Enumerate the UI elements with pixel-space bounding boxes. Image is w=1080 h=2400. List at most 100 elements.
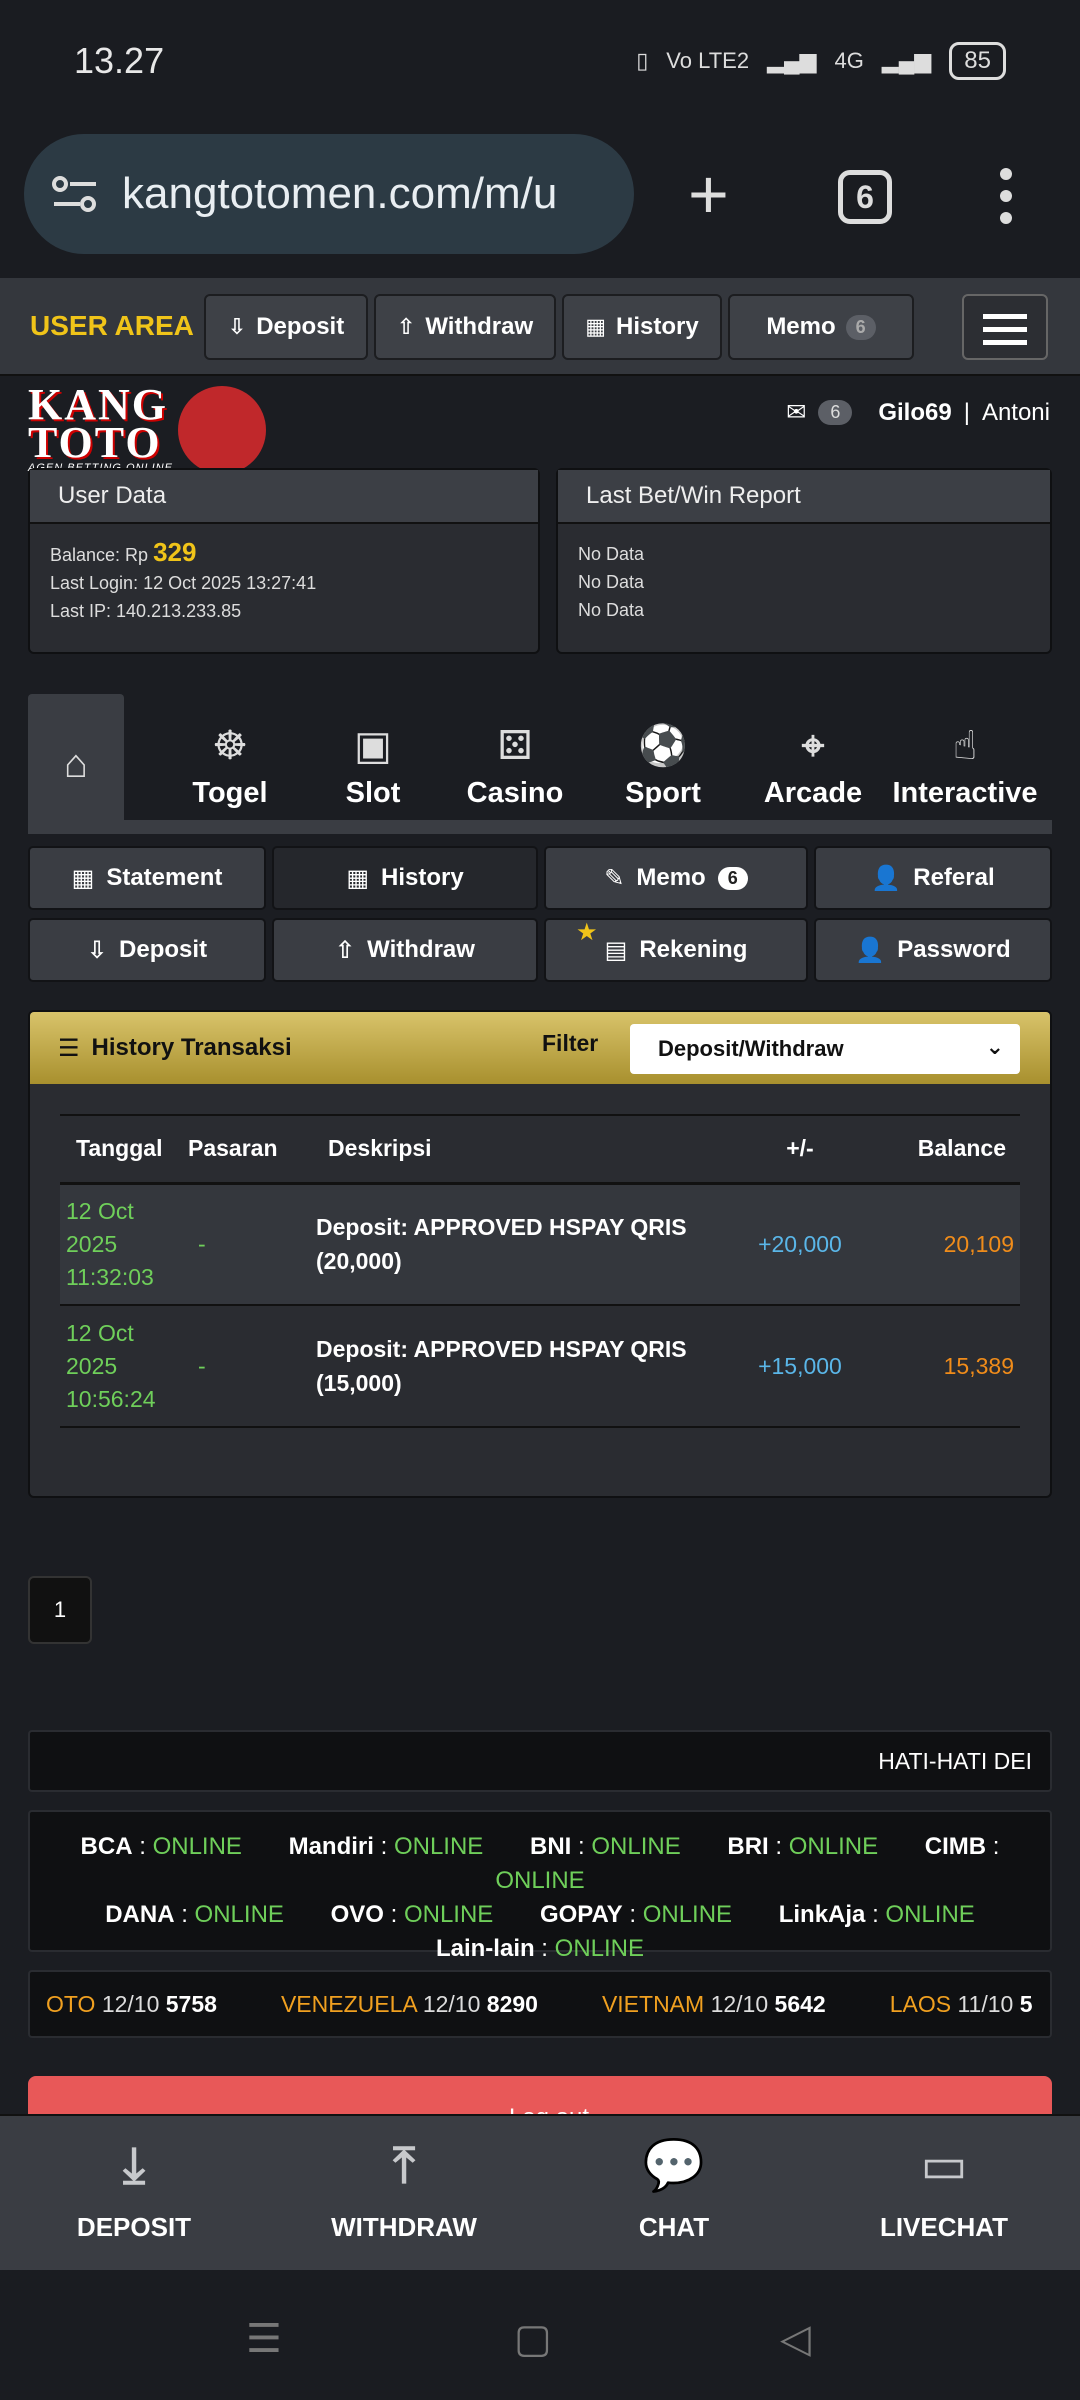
message-square-icon: ▭ [920,2137,968,2193]
url-text[interactable]: kangtotomen.com/m/u [122,169,622,219]
bottom-chat-button[interactable]: 💬 CHAT [574,2136,774,2243]
row-description: Deposit: APPROVED HSPAY QRIS (20,000) [316,1183,736,1306]
address-bar[interactable]: kangtotomen.com/m/u [24,134,634,254]
vibrate-icon: ▯ [636,48,649,73]
row-pasaran: - [188,1183,316,1306]
last-bet-row: No Data [578,544,645,564]
logo-mascot-icon [178,386,266,474]
site-settings-icon[interactable] [50,174,100,214]
row-date: 12 Oct 2025 10:56:24 [60,1305,188,1428]
history-table: Tanggal Pasaran Deskripsi +/- Balance 12… [60,1114,1020,1428]
status-time: 13.27 [74,40,165,81]
withdraw-icon: ⇧ [396,314,416,339]
memo-button[interactable]: ✎ Memo 6 [544,846,808,910]
system-navigation-bar: ☰ ▢ ◁ [0,2270,1080,2400]
page-1-button[interactable]: 1 [28,1576,92,1644]
nav-history-button[interactable]: ▦ History [562,294,722,360]
withdraw-icon: ⇧ [335,936,356,964]
tab-casino[interactable]: ⚄ Casino [440,694,590,834]
bank-status-row: DANA : ONLINE OVO : ONLINE GOPAY : ONLIN… [105,1901,975,1928]
kangtoto-logo[interactable]: KANGTOTO AGEN BETTING ONLINE [28,383,268,476]
slot-machine-icon: ▣ [354,724,392,768]
last-login: Last Login: 12 Oct 2025 13:27:41 [50,573,317,593]
status-icons: ▯ Vo LTE2 ▂▄▆ 4G ▂▄▆ 85 [636,42,1006,80]
name-separator: | [963,398,970,426]
rekening-button[interactable]: ★ ▤ Rekening [544,918,808,982]
bank-status-row: BCA : ONLINE Mandiri : ONLINE BNI : ONLI… [80,1833,1000,1894]
top-nav: USER AREA ⇩ Deposit ⇧ Withdraw ▦ History Me… [0,278,1080,376]
home-button-icon[interactable]: ▢ [514,2316,552,2362]
username: Gilo69 [878,398,952,426]
filter-label: Filter [542,1030,599,1056]
history-title: History Transaksi [91,1034,292,1061]
memo-count-badge: 6 [717,866,748,890]
nav-history-label: History [616,313,699,340]
new-tab-icon[interactable]: + [688,159,729,229]
list-icon: ☰ [58,1034,80,1062]
home-icon: ⌂ [63,741,89,786]
bottom-deposit-button[interactable]: ⤓ DEPOSIT [34,2136,234,2243]
chevron-down-icon: ⌄ [985,1034,1004,1059]
user-icon: 👤 [855,936,886,964]
soccer-ball-icon: ⚽ [638,724,688,768]
user-icon: 👤 [871,864,902,892]
recent-apps-icon[interactable]: ☰ [246,2316,282,2362]
back-icon[interactable]: ◁ [780,2316,811,2362]
game-category-tabs: ⌂ ☸ Togel ▣ Slot ⚄ Casino ⚽ Sport ⌖ Arcade ☝ I… [28,694,1052,834]
tab-switcher-button[interactable]: 6 [838,170,892,224]
calendar-icon: ▦ [71,864,95,892]
result-item: LAOS 11/10 5 [889,1990,1033,2017]
status-bar: 13.27 ▯ Vo LTE2 ▂▄▆ 4G ▂▄▆ 85 [0,0,1080,124]
row-balance: 15,389 [863,1305,1020,1428]
battery-icon: 85 [949,42,1006,80]
withdraw-button[interactable]: ⇧ Withdraw [272,918,538,982]
row-balance: 20,109 [863,1183,1020,1306]
user-data-panel: User Data Balance: Rp 329 Last Login: 12… [28,468,540,654]
user-info: ✉ 6 Gilo69 | Antoni [786,398,1050,427]
tab-sport[interactable]: ⚽ Sport [588,694,738,834]
mail-count-badge: 6 [818,400,853,425]
statement-button[interactable]: ▦ Statement [28,846,266,910]
more-menu-icon[interactable] [1000,168,1012,234]
mail-icon[interactable]: ✉ [786,398,806,427]
nav-withdraw-label: Withdraw [425,313,534,340]
row-date: 12 Oct 2025 11:32:03 [60,1183,188,1306]
bottom-deposit-label: DEPOSIT [76,2212,192,2242]
tab-slot[interactable]: ▣ Slot [308,694,438,834]
nav-memo-button[interactable]: Memo 6 [728,294,914,360]
ferris-wheel-icon: ☸ [212,724,248,768]
balance-value: 329 [153,537,197,567]
col-pasaran: Pasaran [188,1114,316,1185]
filter-select[interactable]: Deposit/Withdraw ⌄ [630,1024,1020,1074]
col-deskripsi: Deskripsi [316,1114,736,1185]
bottom-action-bar: ⤓ DEPOSIT ⤒ WITHDRAW 💬 CHAT ▭ LIVECHAT [0,2114,1080,2270]
row-description: Deposit: APPROVED HSPAY QRIS (15,000) [316,1305,736,1428]
password-button[interactable]: 👤 Password [814,918,1052,982]
volte-label: Vo LTE2 [666,48,750,73]
tab-home[interactable]: ⌂ [28,694,124,834]
briefcase-icon: ▤ [604,936,628,964]
filter-value: Deposit/Withdraw [658,1036,844,1061]
hamburger-menu-icon[interactable] [962,294,1048,360]
history-panel: ☰ History Transaksi Filter Deposit/Withd… [28,1010,1052,1498]
main-content: KANGTOTO AGEN BETTING ONLINE ✉ 6 Gilo69 … [0,376,1080,2136]
history-button[interactable]: ▦ History [272,846,538,910]
user-fullname: Antoni [981,398,1050,426]
tab-interactive[interactable]: ☝ Interactive [878,694,1052,834]
bank-status-row: Lain-lain : ONLINE [435,1935,645,1962]
deposit-button[interactable]: ⇩ Deposit [28,918,266,982]
tab-arcade[interactable]: ⌖ Arcade [738,694,888,834]
results-ticker: OTO 12/10 5758 VENEZUELA 12/10 8290 VIET… [28,1970,1052,2038]
bottom-withdraw-button[interactable]: ⤒ WITHDRAW [304,2136,504,2243]
nav-deposit-button[interactable]: ⇩ Deposit [204,294,368,360]
table-row: 12 Oct 2025 11:32:03 - Deposit: APPROVED H… [60,1183,1020,1306]
nav-withdraw-button[interactable]: ⇧ Withdraw [374,294,556,360]
bottom-livechat-button[interactable]: ▭ LIVECHAT [844,2136,1044,2243]
result-item: VIETNAM 12/10 5642 [601,1990,826,2017]
tab-togel[interactable]: ☸ Togel [156,694,304,834]
deposit-icon: ⇩ [86,936,108,964]
table-row: 12 Oct 2025 10:56:24 - Deposit: APPROVED H… [60,1305,1020,1428]
user-area-label: USER AREA [30,310,194,341]
signal2-icon: ▂▄▆ [881,48,932,73]
referal-button[interactable]: 👤 Referal [814,846,1052,910]
